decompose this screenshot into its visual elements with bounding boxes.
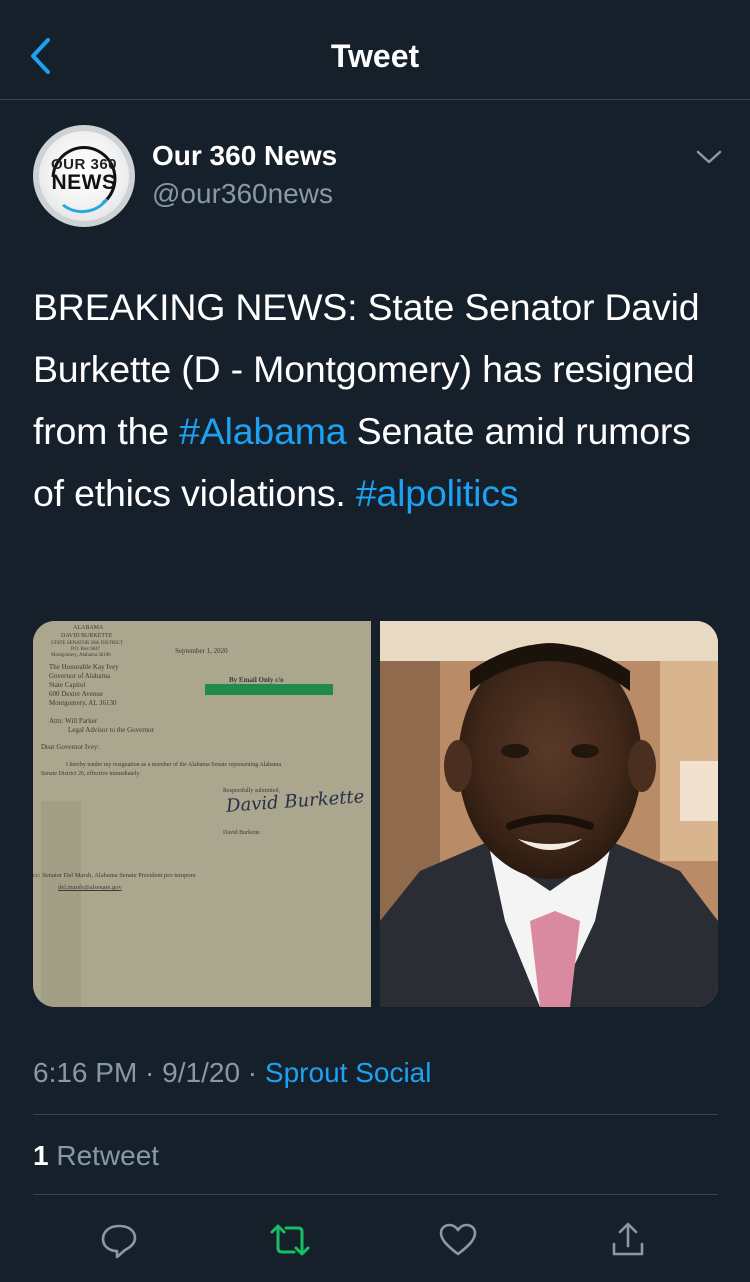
retweet-button[interactable]	[268, 1218, 312, 1262]
divider	[33, 1114, 718, 1115]
tweet-meta: 6:16 PM · 9/1/20 · Sprout Social	[33, 1055, 431, 1091]
tweet-time: 6:16 PM	[33, 1057, 138, 1088]
media-grid: ALABAMA DAVID BURKETTE STATE SENATOR 26t…	[33, 621, 718, 1007]
highlight-bar	[205, 684, 333, 695]
letter-text: Senate District 26, effective immediatel…	[41, 771, 141, 777]
letter-text: I hereby tender my resignation as a memb…	[66, 762, 282, 768]
author-name[interactable]: Our 360 News	[152, 140, 337, 172]
letter-text: The Honorable Kay Ivey	[49, 663, 119, 671]
letter-text: Dear Governor Ivey:	[41, 743, 100, 751]
letter-text: 600 Dexter Avenue	[49, 690, 103, 698]
retweet-icon	[270, 1224, 310, 1256]
retweet-count-link[interactable]: 1 Retweet	[33, 1138, 159, 1174]
letter-text: Legal Advisor to the Governor	[68, 726, 154, 734]
letter-text: September 1, 2020	[175, 647, 228, 655]
portrait-illustration	[380, 621, 718, 1007]
letter-text: State Capitol	[49, 681, 86, 689]
letter-text: cc: Senator Del Marsh, Alabama Senate Pr…	[33, 872, 196, 879]
avatar-text-bottom: NEWS	[51, 171, 117, 194]
hashtag-link-alpolitics[interactable]: #alpolitics	[356, 472, 519, 514]
letter-text: Attn: Will Parker	[49, 717, 98, 725]
top-bar: Tweet	[0, 0, 750, 100]
resignation-letter-image[interactable]: ALABAMA DAVID BURKETTE STATE SENATOR 26t…	[33, 621, 371, 1007]
hashtag-link-alabama[interactable]: #Alabama	[179, 410, 346, 452]
share-icon	[612, 1222, 644, 1256]
meta-separator: ·	[240, 1057, 265, 1088]
letter-text: Governor of Alabama	[49, 672, 111, 680]
share-button[interactable]	[606, 1218, 650, 1262]
avatar[interactable]: OUR 360 NEWS	[33, 125, 135, 227]
page-title: Tweet	[330, 38, 420, 74]
retweet-label: Retweet	[56, 1140, 160, 1171]
retweet-count: 1	[33, 1140, 49, 1171]
tweet-menu-button[interactable]	[692, 142, 726, 172]
meta-separator: ·	[137, 1057, 163, 1088]
like-button[interactable]	[436, 1218, 480, 1262]
tweet-source-link[interactable]: Sprout Social	[265, 1057, 432, 1088]
reply-icon	[101, 1224, 137, 1259]
reply-button[interactable]	[97, 1218, 141, 1262]
divider	[33, 1194, 718, 1195]
author-handle[interactable]: @our360news	[152, 178, 333, 210]
letter-text: del.marsh@alsenate.gov	[58, 884, 122, 891]
tweet-text: BREAKING NEWS: State Senator David Burke…	[33, 276, 723, 524]
heart-icon	[439, 1223, 477, 1256]
senator-photo[interactable]	[380, 621, 718, 1007]
chevron-down-icon	[696, 150, 722, 164]
letter-text: David Burkette	[223, 830, 260, 836]
letter-text: Montgomery, Alabama 36106	[51, 653, 111, 658]
letter-text: Montgomery, AL 36130	[49, 699, 117, 707]
tweet-date: 9/1/20	[162, 1057, 241, 1088]
